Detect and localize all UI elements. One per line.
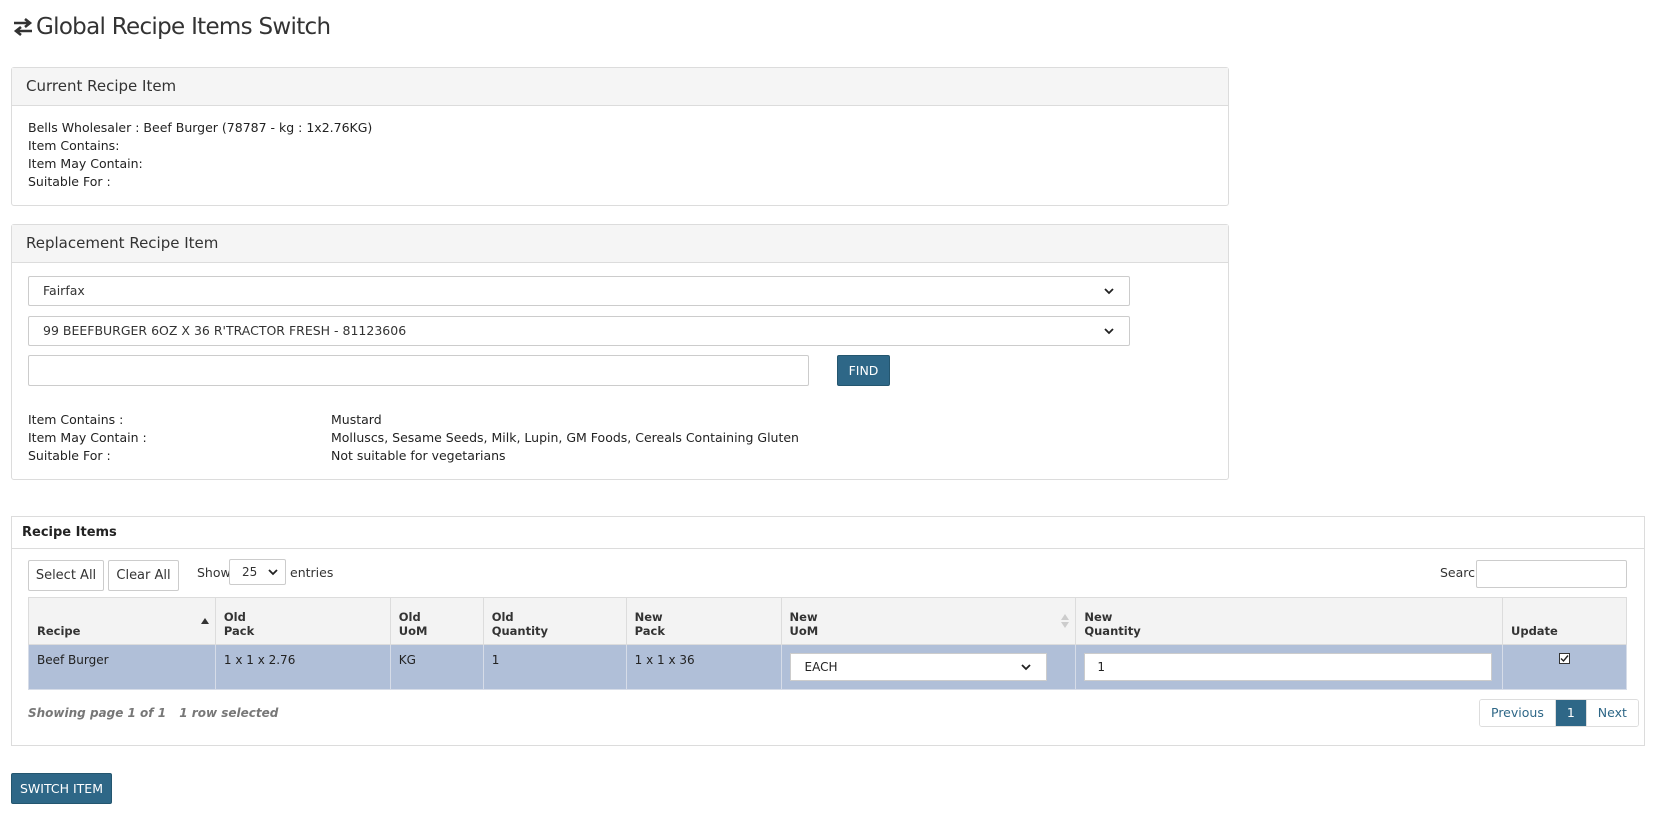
column-header-update[interactable]: Update <box>1502 597 1627 645</box>
new-uom-select[interactable]: EACH <box>789 653 1048 681</box>
page-title: Global Recipe Items Switch <box>12 14 331 40</box>
page-title-text: Global Recipe Items Switch <box>36 14 331 40</box>
switch-item-button[interactable]: SWITCH ITEM <box>11 773 112 804</box>
replacement-may-contain-value: Molluscs, Sesame Seeds, Milk, Lupin, GM … <box>331 430 799 445</box>
replacement-may-contain-label: Item May Contain : <box>28 430 147 445</box>
clear-all-button[interactable]: Clear All <box>108 560 179 591</box>
cell-old-pack: 1 x 1 x 2.76 <box>214 644 391 690</box>
cell-new-uom: EACH <box>780 644 1077 690</box>
find-button[interactable]: FIND <box>837 355 890 386</box>
current-recipe-item-heading: Current Recipe Item <box>12 68 1228 106</box>
chevron-down-icon <box>1104 328 1114 335</box>
current-item-suitable-for: Suitable For : <box>28 174 111 189</box>
sort-both-icon <box>1061 614 1070 628</box>
recipe-items-heading: Recipe Items <box>12 517 1644 549</box>
replacement-contains-label: Item Contains : <box>28 412 124 427</box>
replacement-suitable-label: Suitable For : <box>28 448 111 463</box>
product-search-input[interactable] <box>28 355 809 386</box>
table-row[interactable]: Beef Burger 1 x 1 x 2.76 KG 1 1 x 1 x 36… <box>28 644 1627 690</box>
current-item-contains: Item Contains: <box>28 138 120 153</box>
cell-new-quantity: 1 <box>1075 644 1503 690</box>
pagination-page-1[interactable]: 1 <box>1554 700 1587 726</box>
cell-old-quantity: 1 <box>482 644 627 690</box>
current-recipe-item-panel: Current Recipe Item Bells Wholesaler : B… <box>11 67 1229 206</box>
column-header-new-pack[interactable]: New Pack <box>625 597 782 645</box>
switch-arrows-icon <box>13 17 33 37</box>
entries-select[interactable]: 25 <box>229 559 286 585</box>
replacement-contains-value: Mustard <box>331 412 382 427</box>
entries-label: entries <box>290 565 334 580</box>
cell-update <box>1502 644 1627 690</box>
entries-select-value: 25 <box>242 565 258 579</box>
replacement-suitable-value: Not suitable for vegetarians <box>331 448 506 463</box>
column-header-new-quantity[interactable]: New Quantity <box>1075 597 1503 645</box>
column-header-new-uom[interactable]: New UoM <box>780 597 1077 645</box>
cell-recipe: Beef Burger <box>28 644 216 690</box>
replacement-recipe-item-heading: Replacement Recipe Item <box>12 225 1228 263</box>
supplier-select[interactable]: Fairfax <box>28 276 1130 306</box>
cell-old-uom: KG <box>389 644 484 690</box>
table-header-row: Recipe Old Pack Old UoM Old Quantity New Pac… <box>28 597 1627 645</box>
chevron-down-icon <box>1104 288 1114 295</box>
cell-new-pack: 1 x 1 x 36 <box>625 644 782 690</box>
chevron-down-icon <box>1021 664 1031 671</box>
pagination: Previous 1 Next <box>1479 699 1639 727</box>
current-item-may-contain: Item May Contain: <box>28 156 143 171</box>
chevron-down-icon <box>268 569 278 576</box>
new-quantity-input[interactable]: 1 <box>1084 653 1492 681</box>
supplier-select-value: Fairfax <box>43 283 85 298</box>
recipe-items-table: Recipe Old Pack Old UoM Old Quantity New Pac… <box>28 597 1627 690</box>
product-select[interactable]: 99 BEEFBURGER 6OZ X 36 R'TRACTOR FRESH -… <box>28 316 1130 346</box>
column-header-old-pack[interactable]: Old Pack <box>214 597 391 645</box>
table-info: Showing page 1 of 1 1 row selected <box>28 706 278 720</box>
sort-ascending-icon <box>200 618 209 624</box>
select-all-button[interactable]: Select All <box>28 560 104 591</box>
page-info: Showing page 1 of 1 <box>28 706 167 720</box>
column-header-recipe[interactable]: Recipe <box>28 597 216 645</box>
show-label: Show <box>197 565 231 580</box>
current-item-line: Bells Wholesaler : Beef Burger (78787 - … <box>28 120 373 135</box>
column-header-old-uom[interactable]: Old UoM <box>389 597 484 645</box>
selection-info: 1 row selected <box>179 706 279 720</box>
pagination-next[interactable]: Next <box>1586 700 1638 726</box>
update-checkbox-checked-icon[interactable] <box>1559 653 1570 664</box>
pagination-previous[interactable]: Previous <box>1480 700 1555 726</box>
product-select-value: 99 BEEFBURGER 6OZ X 36 R'TRACTOR FRESH -… <box>43 323 407 338</box>
new-uom-select-value: EACH <box>804 660 838 674</box>
table-search-input[interactable] <box>1476 560 1627 588</box>
column-header-old-quantity[interactable]: Old Quantity <box>482 597 627 645</box>
